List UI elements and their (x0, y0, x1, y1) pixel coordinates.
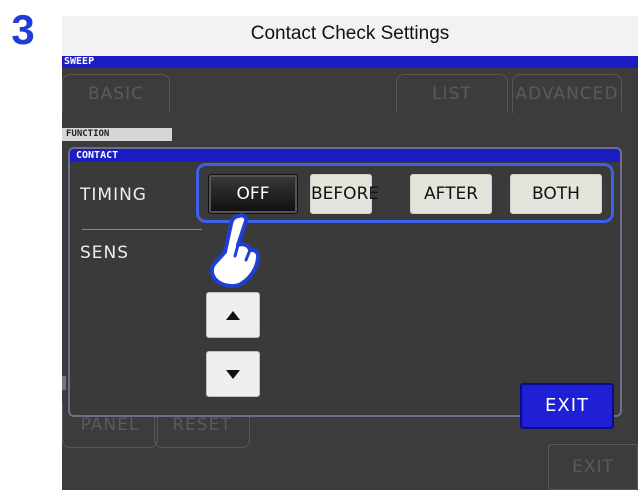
tab-list[interactable]: LIST (396, 74, 508, 113)
exit-button[interactable]: EXIT (520, 383, 614, 429)
timing-divider (82, 229, 202, 230)
sens-up-button[interactable] (206, 292, 260, 338)
background-exit-button[interactable]: EXIT (548, 444, 638, 490)
pointing-hand-icon (209, 213, 261, 289)
instrument-screen: Contact Check Settings SWEEP BASIC LIST … (62, 16, 638, 490)
contact-dialog: CONTACT TIMING SENS OFF BEFORE AFTER BOT… (68, 147, 622, 429)
timing-before-button[interactable]: BEFORE (310, 174, 379, 214)
background-indicator (62, 376, 66, 390)
tab-basic[interactable]: BASIC (62, 74, 170, 113)
timing-both-button[interactable]: BOTH (510, 174, 602, 214)
sens-label: SENS (80, 243, 130, 263)
up-arrow-icon (226, 311, 240, 320)
sens-down-button[interactable] (206, 351, 260, 397)
timing-after-button[interactable]: AFTER (410, 174, 492, 214)
sweep-title-bar: SWEEP (62, 56, 638, 68)
timing-label: TIMING (80, 185, 147, 205)
screen-caption: Contact Check Settings (62, 16, 638, 56)
function-label: FUNCTION (62, 128, 172, 141)
step-number: 3 (11, 6, 35, 53)
timing-off-button[interactable]: OFF (208, 174, 298, 214)
down-arrow-icon (226, 370, 240, 379)
contact-dialog-title: CONTACT (70, 149, 620, 162)
tab-advanced[interactable]: ADVANCED (512, 74, 622, 113)
